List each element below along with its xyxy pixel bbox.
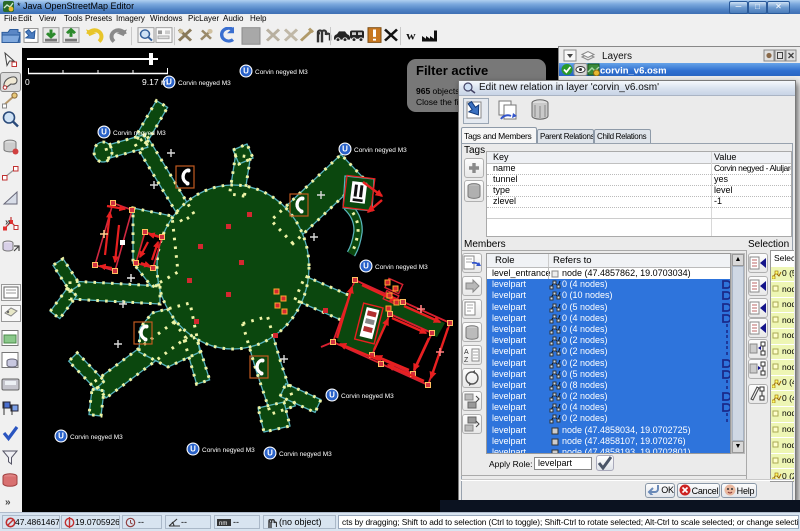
svg-text:Corvin negyed M3: Corvin negyed M3 — [113, 130, 166, 137]
svg-text:U: U — [243, 67, 249, 76]
svg-text:9.17 m: 9.17 m — [142, 77, 168, 87]
svg-text:0: 0 — [25, 77, 30, 87]
svg-text:Layers: Layers — [602, 51, 632, 62]
svg-text:U: U — [101, 128, 107, 137]
svg-text:Corvin negyed M3: Corvin negyed M3 — [341, 393, 394, 400]
svg-text:Corvin negyed M3: Corvin negyed M3 — [375, 264, 428, 271]
svg-text:A: A — [464, 349, 469, 356]
svg-text:Corvin negyed M3: Corvin negyed M3 — [70, 434, 123, 441]
svg-text:nm: nm — [219, 521, 227, 527]
svg-text:Corvin negyed M3: Corvin negyed M3 — [279, 451, 332, 458]
svg-text:Z: Z — [464, 357, 469, 364]
svg-text:U: U — [342, 145, 348, 154]
svg-text:Corvin negyed M3: Corvin negyed M3 — [202, 447, 255, 454]
svg-text:»: » — [5, 217, 11, 228]
svg-text:U: U — [363, 262, 369, 271]
svg-text:U: U — [58, 432, 64, 441]
svg-text:Corvin negyed M3: Corvin negyed M3 — [354, 147, 407, 154]
svg-text:U: U — [267, 449, 273, 458]
svg-text:Corvin negyed M3: Corvin negyed M3 — [255, 69, 308, 76]
svg-text:Corvin negyed M3: Corvin negyed M3 — [178, 80, 231, 87]
svg-text:w: w — [406, 29, 415, 42]
svg-text:U: U — [190, 445, 196, 454]
svg-text:corvin_v6.osm: corvin_v6.osm — [600, 66, 667, 77]
svg-text:U: U — [329, 391, 335, 400]
svg-text:»: » — [5, 497, 11, 508]
